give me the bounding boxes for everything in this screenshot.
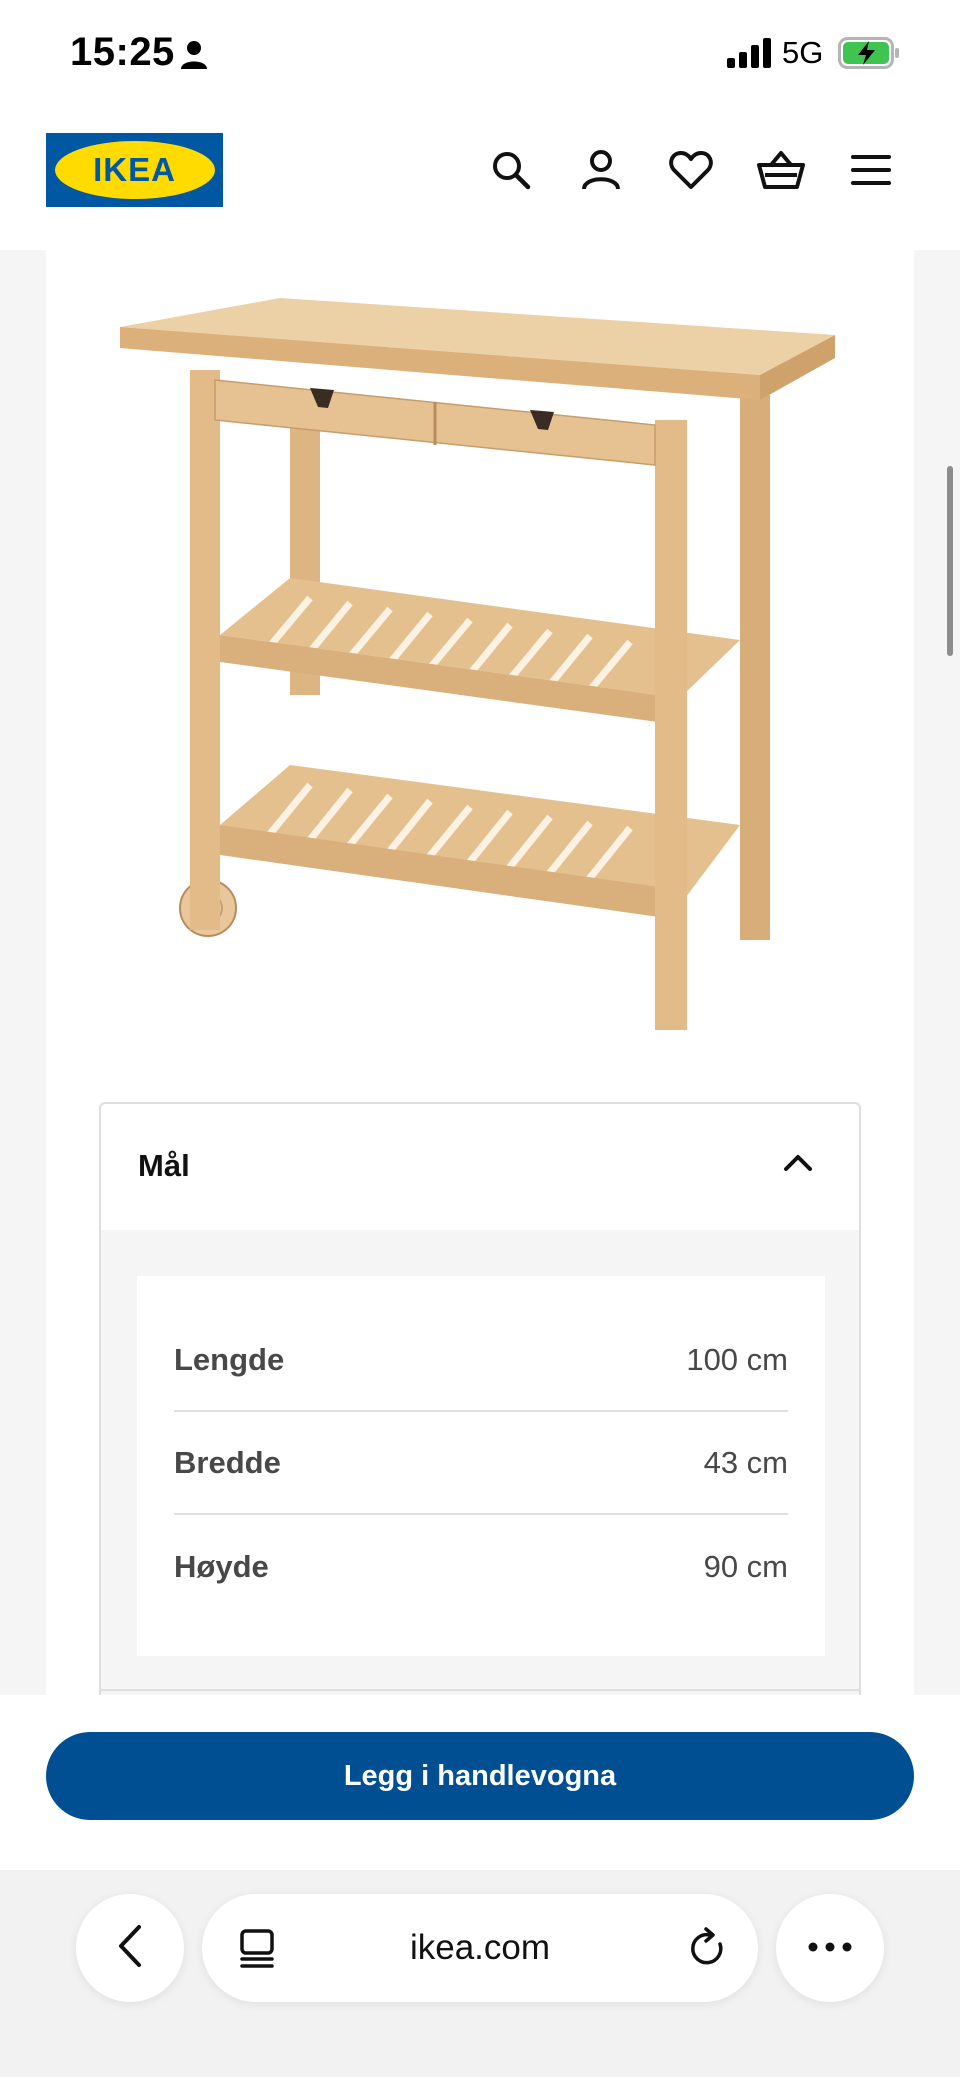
more-button[interactable]	[776, 1894, 884, 2002]
logo-oval: IKEA	[54, 141, 215, 199]
dimension-row-length: Lengde 100 cm	[174, 1309, 788, 1412]
tabs-icon[interactable]	[238, 1928, 276, 1975]
address-bar[interactable]: ikea.com	[202, 1894, 758, 2002]
more-icon	[808, 1939, 852, 1957]
site-header: IKEA	[0, 110, 960, 250]
logo-text: IKEA	[93, 151, 176, 188]
dimensions-accordion: Mål Lengde 100 cm Bredde 43 cm Høyde 90 …	[99, 1102, 861, 1695]
person-icon	[180, 40, 208, 75]
dimension-label: Lengde	[174, 1341, 285, 1377]
dimension-value: 100 cm	[686, 1341, 788, 1377]
dimension-value: 43 cm	[703, 1444, 788, 1480]
status-bar: 15:25 5G	[0, 0, 960, 110]
accordion-header[interactable]: Mål	[101, 1104, 859, 1230]
basket-icon[interactable]	[757, 146, 805, 194]
search-icon[interactable]	[487, 146, 535, 194]
url-text: ikea.com	[409, 1928, 551, 1967]
dimension-value: 90 cm	[703, 1548, 788, 1584]
accordion-title: Mål	[138, 1148, 190, 1183]
chevron-up-icon[interactable]	[783, 1152, 813, 1177]
signal-bars-icon	[727, 38, 773, 73]
scrollbar[interactable]	[947, 466, 953, 656]
dimension-row-width: Bredde 43 cm	[174, 1412, 788, 1515]
product-image[interactable]	[100, 280, 870, 1060]
heart-icon[interactable]	[667, 146, 715, 194]
menu-icon[interactable]	[847, 146, 895, 194]
account-icon[interactable]	[577, 146, 625, 194]
status-time: 15:25	[70, 30, 175, 74]
back-icon	[115, 1923, 145, 1974]
network-type: 5G	[782, 35, 824, 70]
dimension-row-height: Høyde 90 cm	[174, 1515, 788, 1618]
reload-icon[interactable]	[688, 1926, 728, 1975]
add-to-cart-button[interactable]: Legg i handlevogna	[46, 1732, 914, 1820]
dimensions-table: Lengde 100 cm Bredde 43 cm Høyde 90 cm	[137, 1276, 825, 1656]
ikea-logo[interactable]: IKEA	[46, 133, 223, 207]
dimension-label: Høyde	[174, 1548, 269, 1584]
back-button[interactable]	[76, 1894, 184, 2002]
dimension-label: Bredde	[174, 1444, 281, 1480]
battery-charging-icon	[838, 37, 900, 74]
accordion-divider	[99, 1689, 861, 1691]
